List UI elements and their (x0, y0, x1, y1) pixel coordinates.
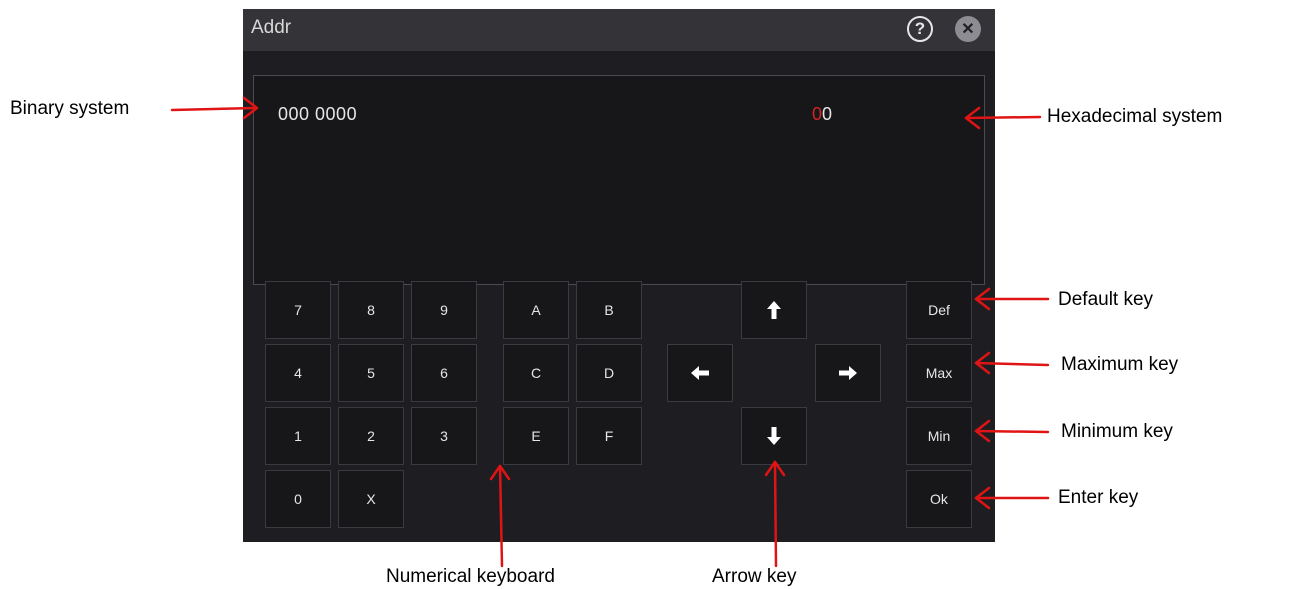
arrow-hexadecimal-system (964, 106, 1042, 130)
label-maximum-key: Maximum key (1061, 354, 1179, 375)
label-hexadecimal-system: Hexadecimal system (1047, 106, 1223, 127)
label-binary-system: Binary system (10, 98, 130, 119)
label-enter-key: Enter key (1058, 487, 1139, 508)
arrow-enter-key (974, 486, 1050, 510)
arrow-default-key (974, 287, 1050, 311)
arrow-arrow-key (764, 460, 786, 568)
label-arrow-key: Arrow key (712, 566, 797, 587)
label-default-key: Default key (1058, 289, 1154, 310)
arrow-maximum-key (974, 351, 1050, 375)
label-numerical-keyboard: Numerical keyboard (386, 566, 555, 587)
arrow-minimum-key (974, 419, 1050, 443)
label-minimum-key: Minimum key (1061, 421, 1173, 442)
arrow-numerical-keyboard (489, 464, 511, 568)
arrow-binary-system (170, 96, 259, 120)
